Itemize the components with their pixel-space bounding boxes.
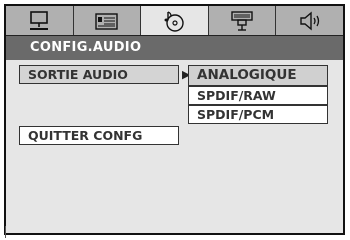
speaker-sound-icon: [299, 11, 319, 30]
tab-audio[interactable]: [141, 6, 209, 35]
menu-item-quitter-config[interactable]: QUITTER CONFG: [19, 126, 179, 145]
setup-screen: CONFIG.AUDIO SORTIE AUDIO ▶ QUITTER CONF…: [4, 4, 345, 235]
tab-sound[interactable]: [276, 6, 343, 35]
section-title: CONFIG.AUDIO: [30, 40, 142, 55]
edge-tick: [5, 226, 6, 238]
video-projector-icon: [231, 10, 253, 31]
tab-speaker[interactable]: [73, 6, 142, 35]
option-analogique[interactable]: ANALOGIQUE: [188, 65, 328, 86]
tab-general[interactable]: [6, 6, 74, 35]
disc-music-icon: [164, 10, 185, 32]
option-spdif-raw[interactable]: SPDIF/RAW: [188, 86, 328, 105]
tab-strip: [6, 6, 343, 36]
option-label: ANALOGIQUE: [197, 67, 297, 83]
option-label: SPDIF/PCM: [197, 107, 275, 122]
section-header: CONFIG.AUDIO: [6, 36, 343, 60]
menu-item-label: QUITTER CONFG: [28, 128, 143, 143]
option-spdif-pcm[interactable]: SPDIF/PCM: [188, 105, 328, 124]
tab-video[interactable]: [208, 6, 277, 35]
speaker-panel-icon: [95, 12, 118, 30]
menu-item-label: SORTIE AUDIO: [28, 67, 128, 82]
monitor-icon: [30, 10, 49, 30]
menu-item-sortie-audio[interactable]: SORTIE AUDIO: [19, 65, 179, 84]
option-label: SPDIF/RAW: [197, 88, 276, 103]
